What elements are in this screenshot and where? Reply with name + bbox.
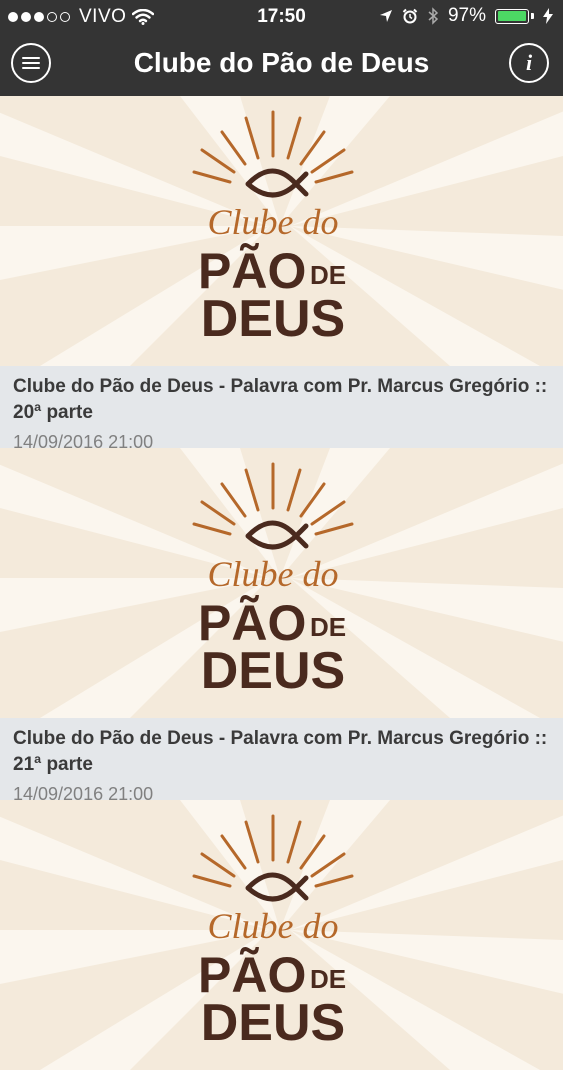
logo-script-text: Clube do xyxy=(208,906,339,946)
clube-do-pao-de-deus-logo: Clube do PÃO DE DEUS xyxy=(192,462,354,698)
logo-deus-text: DEUS xyxy=(201,290,345,346)
logo-script-text: Clube do xyxy=(208,202,339,242)
logo-de-text: DE xyxy=(310,260,346,290)
alarm-clock-icon xyxy=(402,8,418,24)
info-icon: i xyxy=(526,52,533,74)
clube-do-pao-de-deus-logo: Clube do PÃO DE DEUS xyxy=(192,110,354,346)
posts-feed: Clube do PÃO DE DEUS Clube do Pão de Deu… xyxy=(0,96,563,1070)
post-info: Clube do Pão de Deus - Palavra com Pr. M… xyxy=(0,366,563,452)
post-thumbnail: Clube do PÃO DE DEUS xyxy=(0,96,563,366)
battery-percent: 97% xyxy=(447,5,486,26)
logo-de-text: DE xyxy=(310,964,346,994)
post-thumbnail: Clube do PÃO DE DEUS xyxy=(0,800,563,1070)
logo-de-text: DE xyxy=(310,612,346,642)
page-title: Clube do Pão de Deus xyxy=(133,47,430,78)
battery-icon xyxy=(495,8,534,24)
clube-do-pao-de-deus-logo: Clube do PÃO DE DEUS xyxy=(192,814,354,1050)
post-title: Clube do Pão de Deus - Palavra com Pr. M… xyxy=(13,728,548,775)
post-card[interactable]: Clube do PÃO DE DEUS Clube do Pão de Deu… xyxy=(0,96,563,452)
post-info: Clube do Pão de Deus - Palavra com Pr. M… xyxy=(0,718,563,804)
post-title: Clube do Pão de Deus - Palavra com Pr. M… xyxy=(13,376,548,423)
charging-bolt-icon xyxy=(543,8,553,24)
location-arrow-icon xyxy=(379,10,392,22)
bluetooth-icon xyxy=(428,7,439,25)
post-card[interactable]: Clube do PÃO DE DEUS xyxy=(0,800,563,1070)
logo-script-text: Clube do xyxy=(208,554,339,594)
logo-deus-text: DEUS xyxy=(201,994,345,1050)
svg-text:i: i xyxy=(526,52,533,74)
post-thumbnail: Clube do PÃO DE DEUS xyxy=(0,448,563,718)
logo-deus-text: DEUS xyxy=(201,642,345,698)
navigation-bar: Clube do Pão de Deus i xyxy=(0,34,563,96)
post-card[interactable]: Clube do PÃO DE DEUS Clube do Pão de Deu… xyxy=(0,448,563,804)
status-bar: VIVO 17:50 97% xyxy=(0,0,563,34)
info-button[interactable]: i xyxy=(509,43,549,83)
status-icons: 97% xyxy=(379,5,553,27)
